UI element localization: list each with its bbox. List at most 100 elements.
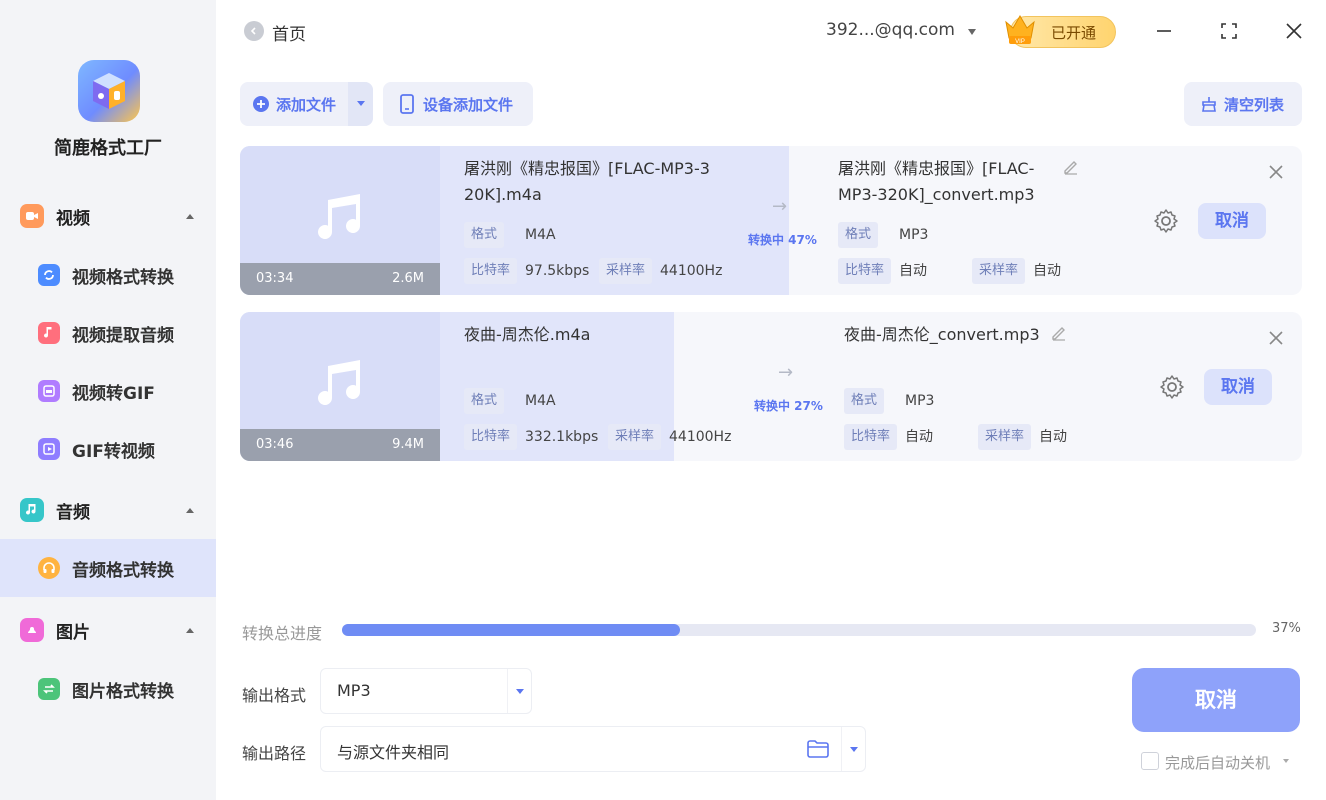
add-file-label: 添加文件 (276, 96, 337, 114)
output-filename-line1: 屠洪刚《精忠报国》[FLAC- (838, 159, 1035, 178)
edit-pencil-icon[interactable] (1062, 158, 1080, 176)
collapse-caret-icon[interactable] (186, 507, 194, 513)
home-link[interactable]: 首页 (272, 20, 306, 45)
file-thumbnail: 03:46 9.4M (240, 312, 440, 461)
file-size: 9.4M (392, 437, 424, 452)
broom-icon (1202, 97, 1216, 112)
cancel-file-button[interactable]: 取消 (1204, 369, 1272, 405)
close-window-button[interactable] (1281, 18, 1307, 44)
account-menu[interactable]: 392...@qq.com (826, 20, 955, 40)
add-file-button[interactable]: 添加文件 (240, 82, 373, 126)
remove-file-icon[interactable] (1268, 330, 1284, 346)
cube-logo-icon (93, 73, 125, 109)
nav-category-audio[interactable]: 音频 (0, 488, 216, 532)
auto-shutdown-label: 完成后自动关机 (1165, 754, 1271, 772)
cancel-file-button[interactable]: 取消 (1198, 203, 1266, 239)
bitrate-tag: 比特率 (464, 424, 518, 450)
sidebar-item-video-convert[interactable]: 视频格式转换 (0, 246, 216, 304)
output-samplerate: 自动 (1039, 429, 1067, 445)
plus-circle-icon (253, 96, 269, 112)
conversion-status: 转换中 27% (754, 399, 823, 413)
output-filename[interactable]: 夜曲-周杰伦_convert.mp3 (844, 322, 1040, 348)
file-duration: 03:34 (256, 271, 294, 286)
remove-file-icon[interactable] (1268, 164, 1284, 180)
device-add-label: 设备添加文件 (423, 96, 514, 114)
source-filename: 屠洪刚《精忠报国》[FLAC-MP3-3 20K].m4a (464, 156, 710, 208)
chevron-down-icon[interactable] (1283, 759, 1289, 763)
thumbnail-meta: 03:46 9.4M (240, 429, 440, 461)
image-category-icon (20, 618, 44, 642)
sidebar-item-image-convert[interactable]: 图片格式转换 (0, 660, 216, 718)
video-category-icon (20, 204, 44, 228)
source-bitrate: 332.1kbps (525, 429, 599, 445)
bitrate-tag: 比特率 (844, 424, 898, 450)
sidebar-item-label: 视频提取音频 (72, 325, 174, 346)
bitrate-tag: 比特率 (838, 258, 892, 284)
source-samplerate: 44100Hz (660, 263, 723, 279)
samplerate-tag: 采样率 (978, 424, 1032, 450)
source-filename: 夜曲-周杰伦.m4a (464, 322, 590, 348)
chevron-down-icon[interactable] (968, 29, 976, 35)
settings-gear-icon[interactable] (1159, 374, 1185, 400)
sidebar-item-video-to-gif[interactable]: 视频转GIF (0, 362, 216, 420)
video-convert-icon (38, 264, 60, 286)
format-tag: 格式 (838, 222, 879, 248)
music-note-icon (318, 194, 361, 240)
headphones-icon (38, 557, 60, 579)
clear-list-button[interactable]: 清空列表 (1184, 82, 1302, 126)
settings-gear-icon[interactable] (1153, 208, 1179, 234)
cancel-all-button[interactable]: 取消 (1132, 668, 1300, 732)
output-path-value: 与源文件夹相同 (337, 743, 450, 762)
minimize-icon (1157, 30, 1171, 32)
phone-icon (400, 94, 414, 114)
gif-to-video-icon (38, 438, 60, 460)
device-add-button[interactable]: 设备添加文件 (383, 82, 533, 126)
output-format-label: 输出格式 (242, 686, 307, 705)
minimize-button[interactable] (1151, 18, 1177, 44)
sidebar-item-video-extract-audio[interactable]: 视频提取音频 (0, 304, 216, 362)
source-filename-line2: 20K].m4a (464, 185, 542, 204)
output-path-select[interactable]: 与源文件夹相同 (320, 726, 866, 772)
source-filename-line1: 夜曲-周杰伦.m4a (464, 325, 591, 344)
source-bitrate: 97.5kbps (525, 263, 590, 279)
total-progress-bar (342, 624, 1256, 636)
close-icon (1286, 23, 1302, 39)
source-format: M4A (525, 393, 556, 409)
sidebar: 简鹿格式工厂 视频 视频格式转换 视频提取音频 视频转GIF GIF转视频 音频… (0, 0, 216, 800)
add-file-dropdown[interactable] (348, 82, 373, 126)
output-samplerate: 自动 (1033, 263, 1061, 279)
file-row: 03:34 2.6M 屠洪刚《精忠报国》[FLAC-MP3-3 20K].m4a… (240, 146, 1302, 295)
output-format-dropdown[interactable] (507, 669, 531, 713)
bitrate-tag: 比特率 (464, 258, 518, 284)
sidebar-item-gif-to-video[interactable]: GIF转视频 (0, 420, 216, 478)
edit-pencil-icon[interactable] (1050, 324, 1068, 342)
chevron-down-icon (516, 689, 524, 694)
chevron-down-icon (357, 101, 365, 106)
output-filename[interactable]: 屠洪刚《精忠报国》[FLAC- MP3-320K]_convert.mp3 (838, 156, 1035, 208)
image-convert-icon (38, 678, 60, 700)
auto-shutdown-checkbox[interactable] (1141, 752, 1159, 770)
nav-category-image[interactable]: 图片 (0, 608, 216, 652)
output-bitrate: 自动 (905, 429, 933, 445)
sidebar-item-audio-convert[interactable]: 音频格式转换 (0, 539, 216, 597)
maximize-button[interactable] (1216, 18, 1242, 44)
file-thumbnail: 03:34 2.6M (240, 146, 440, 295)
music-note-icon (38, 322, 60, 344)
nav-category-video[interactable]: 视频 (0, 194, 216, 238)
output-format-select[interactable]: MP3 (320, 668, 532, 714)
output-path-dropdown[interactable] (841, 727, 865, 771)
chevron-down-icon (850, 747, 858, 752)
arrow-right-icon: → (778, 362, 794, 383)
folder-icon[interactable] (807, 740, 829, 758)
thumbnail-meta: 03:34 2.6M (240, 263, 440, 295)
total-progress-percent: 37% (1272, 621, 1301, 636)
collapse-caret-icon[interactable] (186, 627, 194, 633)
output-format-value: MP3 (337, 681, 371, 700)
nav-category-label: 图片 (56, 622, 90, 643)
back-arrow-icon[interactable] (244, 21, 264, 41)
sidebar-item-label: 视频转GIF (72, 383, 155, 404)
maximize-icon (1221, 23, 1237, 39)
collapse-caret-icon[interactable] (186, 213, 194, 219)
audio-category-icon (20, 498, 44, 522)
file-row: 03:46 9.4M 夜曲-周杰伦.m4a 格式 M4A 比特率 332.1kb… (240, 312, 1302, 461)
